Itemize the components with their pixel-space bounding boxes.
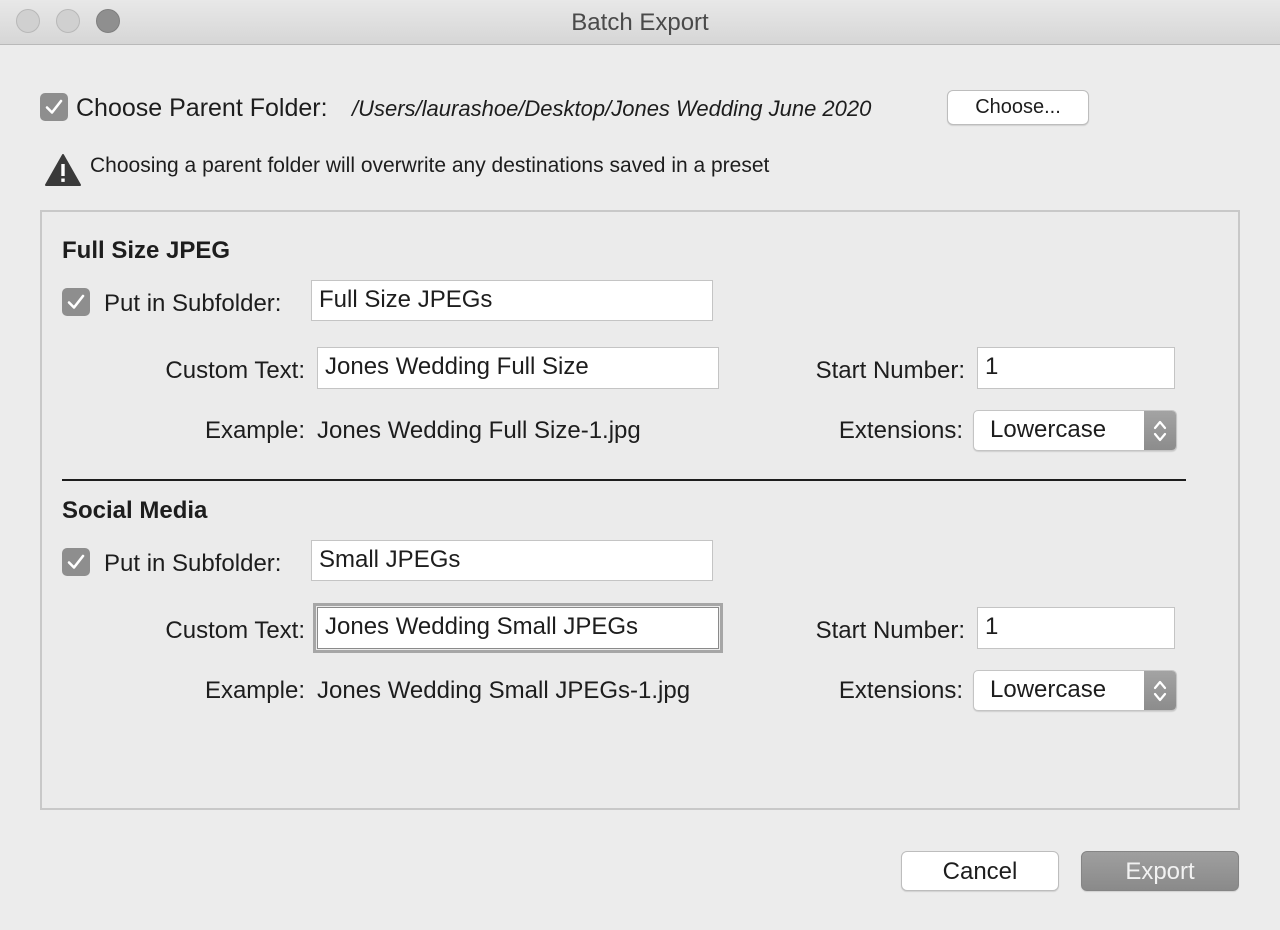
warning-icon [44,153,82,192]
example-label-1: Example: [204,417,305,444]
checkmark-icon [45,99,63,114]
cancel-button[interactable]: Cancel [901,851,1059,891]
start-number-input-2[interactable]: 1 [977,607,1175,649]
start-number-input-1[interactable]: 1 [977,347,1175,389]
extensions-select-1[interactable]: Lowercase [973,410,1177,451]
extensions-label-1: Extensions: [838,417,963,444]
choose-parent-folder-checkbox[interactable] [40,93,68,121]
example-label-2: Example: [204,677,305,704]
extensions-label-2: Extensions: [838,677,963,704]
put-in-subfolder-label-2: Put in Subfolder: [104,550,282,577]
extensions-value-1: Lowercase [990,416,1107,443]
example-filename-2: Jones Wedding Small JPEGs-1.jpg [317,677,691,704]
section-divider [62,479,1186,481]
put-in-subfolder-checkbox-2[interactable] [62,548,90,576]
put-in-subfolder-checkbox-1[interactable] [62,288,90,316]
section-title-social-media: Social Media [62,497,208,524]
subfolder-input-1[interactable]: Full Size JPEGs [311,280,713,321]
custom-text-input-2[interactable]: Jones Wedding Small JPEGs [313,603,723,653]
export-button[interactable]: Export [1081,851,1239,891]
custom-text-input-1[interactable]: Jones Wedding Full Size [317,347,719,389]
checkmark-icon [67,294,85,309]
overwrite-warning-text: Choosing a parent folder will overwrite … [90,154,770,177]
subfolder-input-2[interactable]: Small JPEGs [311,540,713,581]
up-down-chevron-icon [1144,411,1176,450]
extensions-select-2[interactable]: Lowercase [973,670,1177,711]
window-title: Batch Export [571,9,709,36]
custom-text-label-2: Custom Text: [165,617,305,644]
choose-parent-folder-label: Choose Parent Folder: [76,94,328,122]
start-number-label-2: Start Number: [815,617,965,644]
up-down-chevron-icon [1144,671,1176,710]
example-filename-1: Jones Wedding Full Size-1.jpg [317,417,641,444]
custom-text-label-1: Custom Text: [165,357,305,384]
section-title-full-size-jpeg: Full Size JPEG [62,237,231,264]
extensions-value-2: Lowercase [990,676,1107,703]
put-in-subfolder-label-1: Put in Subfolder: [104,290,282,317]
choose-folder-button[interactable]: Choose... [947,90,1089,125]
checkmark-icon [67,554,85,569]
parent-folder-path: /Users/laurashoe/Desktop/Jones Wedding J… [352,96,872,121]
start-number-label-1: Start Number: [815,357,965,384]
